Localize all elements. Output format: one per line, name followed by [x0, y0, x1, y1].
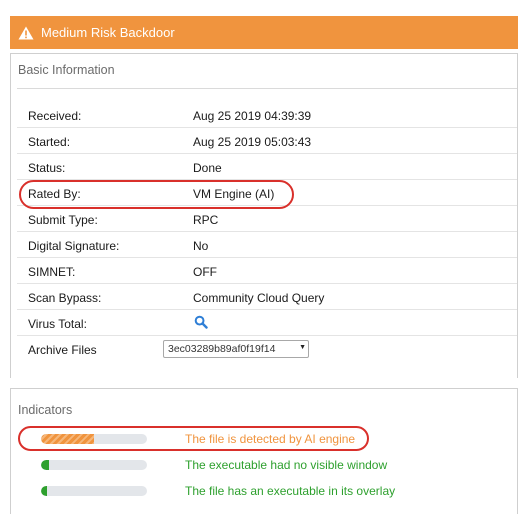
chevron-down-icon: ▼	[298, 344, 306, 351]
indicator-bar	[41, 486, 147, 496]
scan-bypass-row: Scan Bypass: Community Cloud Query	[17, 284, 517, 310]
indicator-text: The file has an executable in its overla…	[185, 484, 396, 498]
status-value: Done	[193, 161, 222, 175]
simnet-label: SIMNET:	[28, 265, 76, 279]
indicator-bar-fill	[41, 434, 94, 444]
indicators-panel: Indicators The file is detected by AI en…	[10, 388, 518, 514]
archive-files-selected: 3ec03289b89af0f19f14	[168, 343, 276, 355]
indicator-item: The file is detected by AI engine	[29, 429, 509, 449]
submit-type-row: Submit Type: RPC	[17, 206, 517, 232]
basic-information-title: Basic Information	[18, 63, 115, 77]
archive-files-select[interactable]: 3ec03289b89af0f19f14 ▼	[163, 340, 309, 358]
started-value: Aug 25 2019 05:03:43	[193, 135, 312, 149]
warning-icon	[18, 26, 34, 39]
simnet-value: OFF	[193, 265, 217, 279]
rated-by-row: Rated By: VM Engine (AI)	[17, 180, 517, 206]
section-divider	[17, 88, 517, 89]
indicator-bar	[41, 434, 147, 444]
submit-type-label: Submit Type:	[28, 213, 98, 227]
indicator-text: The file is detected by AI engine	[185, 432, 356, 446]
digital-signature-value: No	[193, 239, 209, 253]
started-label: Started:	[28, 135, 71, 149]
status-label: Status:	[28, 161, 66, 175]
status-row: Status: Done	[17, 154, 517, 180]
scan-bypass-value: Community Cloud Query	[193, 291, 325, 305]
simnet-row: SIMNET: OFF	[17, 258, 517, 284]
threat-title: Medium Risk Backdoor	[41, 25, 175, 40]
archive-files-label: Archive Files	[28, 343, 97, 357]
threat-header: Medium Risk Backdoor	[10, 16, 518, 49]
indicator-bar	[41, 460, 147, 470]
archive-files-row: Archive Files 3ec03289b89af0f19f14 ▼	[17, 336, 517, 362]
indicator-item: The executable had no visible window	[29, 455, 509, 475]
submit-type-value: RPC	[193, 213, 219, 227]
search-icon[interactable]	[194, 315, 208, 329]
rated-by-label: Rated By:	[28, 187, 81, 201]
indicator-bar-fill	[41, 460, 49, 470]
digital-signature-label: Digital Signature:	[28, 239, 120, 253]
indicator-text: The executable had no visible window	[185, 458, 388, 472]
virus-total-row: Virus Total:	[17, 310, 517, 336]
rated-by-value: VM Engine (AI)	[193, 187, 275, 201]
indicators-title: Indicators	[18, 403, 73, 417]
digital-signature-row: Digital Signature: No	[17, 232, 517, 258]
indicator-item: The file has an executable in its overla…	[29, 481, 509, 501]
started-row: Started: Aug 25 2019 05:03:43	[17, 128, 517, 154]
scan-bypass-label: Scan Bypass:	[28, 291, 102, 305]
received-label: Received:	[28, 109, 82, 123]
basic-information-panel: Basic Information Received: Aug 25 2019 …	[10, 53, 518, 378]
received-row: Received: Aug 25 2019 04:39:39	[17, 102, 517, 128]
received-value: Aug 25 2019 04:39:39	[193, 109, 312, 123]
virus-total-label: Virus Total:	[28, 317, 87, 331]
indicator-bar-fill	[41, 486, 47, 496]
